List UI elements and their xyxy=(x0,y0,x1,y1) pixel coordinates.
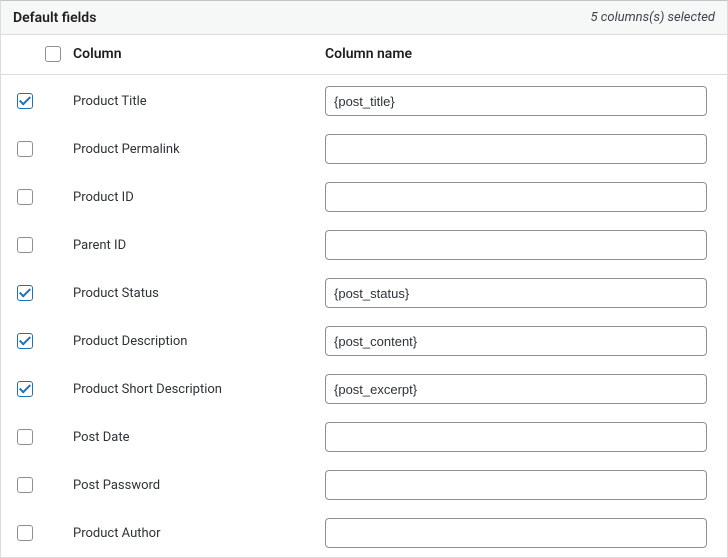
row-label: Product Author xyxy=(73,526,325,541)
row-input-cell xyxy=(325,326,717,356)
row-label: Product Short Description xyxy=(73,382,325,397)
row-label: Parent ID xyxy=(73,238,325,253)
column-name-input[interactable] xyxy=(325,278,707,308)
table-header-row: Column Column name xyxy=(1,35,727,75)
table-row: Product Description xyxy=(1,317,727,365)
row-checkbox[interactable] xyxy=(17,237,33,253)
row-label: Product Status xyxy=(73,286,325,301)
rows-container: Product Title Product Permalink Product ID… xyxy=(1,75,727,557)
row-check-cell xyxy=(15,381,73,397)
column-name-input[interactable] xyxy=(325,518,707,548)
column-name-input[interactable] xyxy=(325,374,707,404)
row-input-cell xyxy=(325,470,717,500)
row-input-cell xyxy=(325,182,717,212)
panel-header: Default fields 5 columns(s) selected xyxy=(1,1,727,35)
row-check-cell xyxy=(15,141,73,157)
row-check-cell xyxy=(15,189,73,205)
row-checkbox[interactable] xyxy=(17,477,33,493)
row-checkbox[interactable] xyxy=(17,333,33,349)
row-input-cell xyxy=(325,134,717,164)
column-name-input[interactable] xyxy=(325,470,707,500)
row-check-cell xyxy=(15,285,73,301)
row-check-cell xyxy=(15,237,73,253)
header-column: Column xyxy=(73,46,325,62)
table-row: Product Author xyxy=(1,509,727,557)
row-input-cell xyxy=(325,230,717,260)
row-check-cell xyxy=(15,93,73,109)
row-label: Post Date xyxy=(73,430,325,445)
column-name-input[interactable] xyxy=(325,326,707,356)
selected-count: 5 columns(s) selected xyxy=(591,10,715,25)
column-name-input[interactable] xyxy=(325,182,707,212)
row-checkbox[interactable] xyxy=(17,429,33,445)
table-row: Product Permalink xyxy=(1,125,727,173)
row-checkbox[interactable] xyxy=(17,381,33,397)
row-input-cell xyxy=(325,278,717,308)
column-name-input[interactable] xyxy=(325,422,707,452)
column-name-input[interactable] xyxy=(325,230,707,260)
row-input-cell xyxy=(325,86,717,116)
row-label: Product Description xyxy=(73,334,325,349)
row-checkbox[interactable] xyxy=(17,285,33,301)
table-row: Post Date xyxy=(1,413,727,461)
row-check-cell xyxy=(15,477,73,493)
row-input-cell xyxy=(325,374,717,404)
table-row: Product Status xyxy=(1,269,727,317)
row-checkbox[interactable] xyxy=(17,93,33,109)
column-name-input[interactable] xyxy=(325,134,707,164)
default-fields-panel: Default fields 5 columns(s) selected Col… xyxy=(0,0,728,558)
table-row: Post Password xyxy=(1,461,727,509)
row-check-cell xyxy=(15,333,73,349)
row-checkbox[interactable] xyxy=(17,189,33,205)
row-check-cell xyxy=(15,429,73,445)
row-checkbox[interactable] xyxy=(17,141,33,157)
table-row: Product ID xyxy=(1,173,727,221)
row-label: Post Password xyxy=(73,478,325,493)
select-all-cell xyxy=(15,46,73,62)
column-name-input[interactable] xyxy=(325,86,707,116)
select-all-checkbox[interactable] xyxy=(45,46,61,62)
row-label: Product Title xyxy=(73,94,325,109)
panel-title: Default fields xyxy=(13,10,96,26)
row-label: Product Permalink xyxy=(73,142,325,157)
row-input-cell xyxy=(325,422,717,452)
table-row: Product Title xyxy=(1,77,727,125)
table-row: Parent ID xyxy=(1,221,727,269)
row-label: Product ID xyxy=(73,190,325,205)
row-check-cell xyxy=(15,525,73,541)
row-input-cell xyxy=(325,518,717,548)
header-column-name: Column name xyxy=(325,46,717,62)
table-row: Product Short Description xyxy=(1,365,727,413)
row-checkbox[interactable] xyxy=(17,525,33,541)
